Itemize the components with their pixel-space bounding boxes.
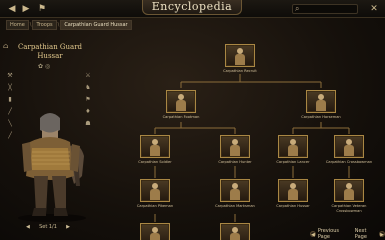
tree-node-pikeman[interactable]: Carpathian Pikeman [126, 179, 184, 209]
equipment-set-selector: ◀ Set 1/1 ▶ [26, 224, 70, 230]
tree-node-crossbowman[interactable]: Carpathian Crossbowman [320, 135, 378, 165]
tree-node-label: Carpathian Footman [162, 115, 200, 119]
tree-node-horseman[interactable]: Carpathian Horseman [292, 90, 350, 120]
next-page-label: Next Page [354, 228, 367, 240]
previous-page-label: Previous Page [317, 228, 339, 240]
tree-node-veteran-crossbowman[interactable]: Carpathian Veteran Crossbowman [320, 179, 378, 213]
troop-portrait [334, 135, 364, 158]
troop-portrait [306, 90, 336, 113]
tree-node-label: Carpathian Soldier [138, 160, 172, 164]
breadcrumb-troops[interactable]: Troops [32, 19, 57, 30]
top-bar: ◀ ▶ ⚑ Encyclopedia ⌕ ✕ [0, 0, 385, 18]
tree-node-label: Carpathian Horseman [301, 115, 341, 119]
set-label: Set 1/1 [39, 224, 57, 230]
page-navigation: ◀ Previous Page Next Page ▶ [310, 228, 385, 240]
tree-node-label: Carpathian Crossbowman [325, 160, 373, 164]
breadcrumb-separator: \ [29, 21, 32, 28]
tree-node-label: Carpathian Pikeman [136, 204, 174, 208]
tree-node-label: Carpathian Hunter [218, 160, 252, 164]
troop-portrait [140, 135, 170, 158]
equipment-icon[interactable]: ♞ [84, 84, 92, 92]
tree-node-lancer[interactable]: Carpathian Lancer [264, 135, 322, 165]
unit-panel: ⌂ Carpathian Guard Hussar ✿ ◎ ⚒ ╳ ▮ ╱ ╲ … [0, 38, 98, 234]
tree-node-footman[interactable]: Carpathian Footman [152, 90, 210, 120]
troop-portrait [140, 223, 170, 240]
unit-name: Carpathian Guard Hussar [8, 43, 92, 61]
troop-portrait [140, 179, 170, 202]
troop-portrait [278, 179, 308, 202]
culture-icon: ✿ [38, 63, 44, 70]
unit-name-line1: Carpathian Guard [17, 43, 83, 51]
breadcrumb: Home \ Troops \ Carpathian Guard Hussar [6, 19, 132, 30]
equipment-icon[interactable]: ⚔ [84, 72, 92, 80]
next-set-arrow-icon[interactable]: ▶ [66, 224, 70, 230]
bookmark-icon[interactable]: ⚑ [36, 3, 48, 15]
equipment-icon[interactable]: ⚒ [6, 72, 14, 80]
troop-portrait [334, 179, 364, 202]
prev-set-arrow-icon[interactable]: ◀ [26, 224, 30, 230]
unit-name-line2: Hussar [37, 52, 63, 60]
tree-node-label: Carpathian Hussar [276, 204, 310, 208]
troop-tree: Carpathian Recruit Carpathian Footman Ca… [100, 38, 385, 240]
forward-arrow-icon[interactable]: ▶ [20, 3, 32, 15]
troop-portrait [225, 44, 255, 67]
tree-node-hunter[interactable]: Carpathian Hunter [206, 135, 264, 165]
tree-node-label: Carpathian Marksman [215, 204, 255, 208]
chevron-left-icon: ◀ [310, 231, 316, 238]
tree-node-label: Carpathian Lancer [276, 160, 310, 164]
troop-portrait [220, 135, 250, 158]
tree-node-label: Carpathian Veteran Crossbowman [331, 204, 367, 213]
next-page-button[interactable]: Next Page ▶ [355, 228, 385, 240]
tree-node-partial[interactable] [126, 223, 184, 240]
close-icon[interactable]: ✕ [368, 3, 380, 15]
equipment-icon[interactable]: ⚑ [84, 96, 92, 104]
tree-node-partial[interactable] [206, 223, 264, 240]
tree-node-marksman[interactable]: Carpathian Marksman [206, 179, 264, 209]
back-arrow-icon[interactable]: ◀ [6, 3, 18, 15]
window-title: Encyclopedia [142, 0, 242, 15]
tree-node-hussar[interactable]: Carpathian Hussar [264, 179, 322, 209]
breadcrumb-separator: \ [57, 21, 60, 28]
equipment-icon[interactable]: ▮ [6, 96, 14, 104]
breadcrumb-home[interactable]: Home [6, 19, 29, 30]
troop-portrait [278, 135, 308, 158]
troop-portrait [220, 223, 250, 240]
unit-badges: ✿ ◎ [38, 63, 50, 70]
search-input[interactable]: ⌕ [292, 4, 358, 14]
tree-node-soldier[interactable]: Carpathian Soldier [126, 135, 184, 165]
search-icon: ⌕ [295, 4, 300, 13]
tree-node-recruit[interactable]: Carpathian Recruit [211, 44, 269, 74]
equipment-icon[interactable]: ╳ [6, 84, 14, 92]
encyclopedia-screen: ◀ ▶ ⚑ Encyclopedia ⌕ ✕ Home \ Troops \ C… [0, 0, 385, 240]
troop-portrait [220, 179, 250, 202]
unit-portrait [18, 113, 86, 222]
previous-page-button[interactable]: ◀ Previous Page [310, 228, 349, 240]
troop-portrait [166, 90, 196, 113]
chevron-right-icon: ▶ [379, 231, 385, 238]
breadcrumb-current: Carpathian Guard Hussar [60, 19, 132, 30]
tier-icon: ◎ [44, 63, 51, 70]
tree-node-label: Carpathian Recruit [223, 69, 257, 73]
